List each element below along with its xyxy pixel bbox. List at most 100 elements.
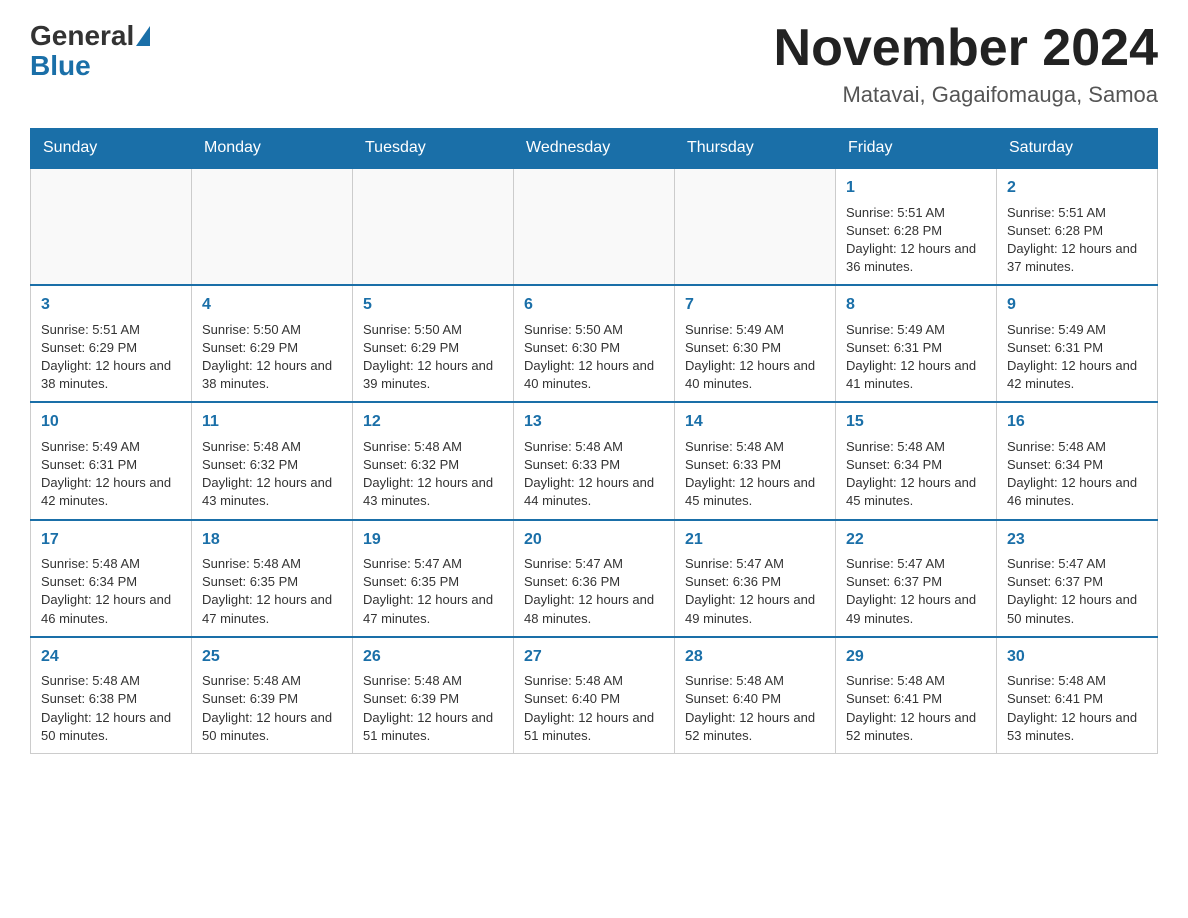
day-number: 11	[202, 411, 342, 433]
day-number: 10	[41, 411, 181, 433]
day-number: 14	[685, 411, 825, 433]
day-cell-w3-d5: 14 Sunrise: 5:48 AM Sunset: 6:33 PM Dayl…	[675, 402, 836, 519]
day-sunrise: Sunrise: 5:50 AM	[363, 322, 462, 337]
day-cell-w5-d4: 27 Sunrise: 5:48 AM Sunset: 6:40 PM Dayl…	[514, 637, 675, 754]
day-sunset: Sunset: 6:39 PM	[202, 691, 298, 706]
day-sunset: Sunset: 6:31 PM	[1007, 340, 1103, 355]
day-cell-w5-d6: 29 Sunrise: 5:48 AM Sunset: 6:41 PM Dayl…	[836, 637, 997, 754]
day-cell-w1-d7: 2 Sunrise: 5:51 AM Sunset: 6:28 PM Dayli…	[997, 168, 1158, 285]
day-number: 16	[1007, 411, 1147, 433]
day-sunset: Sunset: 6:31 PM	[41, 457, 137, 472]
calendar-table: Sunday Monday Tuesday Wednesday Thursday…	[30, 128, 1158, 754]
day-sunrise: Sunrise: 5:48 AM	[202, 673, 301, 688]
day-daylight: Daylight: 12 hours and 44 minutes.	[524, 475, 654, 508]
day-sunrise: Sunrise: 5:51 AM	[846, 205, 945, 220]
week-row-3: 10 Sunrise: 5:49 AM Sunset: 6:31 PM Dayl…	[31, 402, 1158, 519]
day-sunrise: Sunrise: 5:49 AM	[685, 322, 784, 337]
day-sunrise: Sunrise: 5:48 AM	[1007, 439, 1106, 454]
day-sunset: Sunset: 6:32 PM	[363, 457, 459, 472]
col-thursday: Thursday	[675, 129, 836, 169]
day-cell-w4-d2: 18 Sunrise: 5:48 AM Sunset: 6:35 PM Dayl…	[192, 520, 353, 637]
day-cell-w2-d3: 5 Sunrise: 5:50 AM Sunset: 6:29 PM Dayli…	[353, 285, 514, 402]
day-cell-w2-d1: 3 Sunrise: 5:51 AM Sunset: 6:29 PM Dayli…	[31, 285, 192, 402]
day-cell-w4-d6: 22 Sunrise: 5:47 AM Sunset: 6:37 PM Dayl…	[836, 520, 997, 637]
day-daylight: Daylight: 12 hours and 53 minutes.	[1007, 710, 1137, 743]
day-sunrise: Sunrise: 5:48 AM	[685, 673, 784, 688]
day-sunset: Sunset: 6:41 PM	[846, 691, 942, 706]
day-sunrise: Sunrise: 5:47 AM	[1007, 556, 1106, 571]
day-sunrise: Sunrise: 5:50 AM	[202, 322, 301, 337]
day-daylight: Daylight: 12 hours and 42 minutes.	[1007, 358, 1137, 391]
day-sunrise: Sunrise: 5:49 AM	[846, 322, 945, 337]
day-sunset: Sunset: 6:36 PM	[524, 574, 620, 589]
day-sunset: Sunset: 6:34 PM	[1007, 457, 1103, 472]
day-sunset: Sunset: 6:41 PM	[1007, 691, 1103, 706]
day-number: 27	[524, 646, 664, 668]
day-number: 6	[524, 294, 664, 316]
title-section: November 2024 Matavai, Gagaifomauga, Sam…	[774, 20, 1158, 108]
day-daylight: Daylight: 12 hours and 50 minutes.	[1007, 592, 1137, 625]
day-sunset: Sunset: 6:34 PM	[846, 457, 942, 472]
logo: General Blue	[30, 20, 152, 82]
day-number: 2	[1007, 177, 1147, 199]
day-number: 23	[1007, 529, 1147, 551]
location-subtitle: Matavai, Gagaifomauga, Samoa	[774, 82, 1158, 108]
day-sunset: Sunset: 6:38 PM	[41, 691, 137, 706]
day-cell-w4-d3: 19 Sunrise: 5:47 AM Sunset: 6:35 PM Dayl…	[353, 520, 514, 637]
day-sunrise: Sunrise: 5:48 AM	[685, 439, 784, 454]
day-cell-w3-d3: 12 Sunrise: 5:48 AM Sunset: 6:32 PM Dayl…	[353, 402, 514, 519]
day-sunrise: Sunrise: 5:48 AM	[524, 439, 623, 454]
calendar-header-row: Sunday Monday Tuesday Wednesday Thursday…	[31, 129, 1158, 169]
day-sunset: Sunset: 6:37 PM	[1007, 574, 1103, 589]
day-cell-w3-d4: 13 Sunrise: 5:48 AM Sunset: 6:33 PM Dayl…	[514, 402, 675, 519]
day-sunset: Sunset: 6:36 PM	[685, 574, 781, 589]
day-cell-w3-d2: 11 Sunrise: 5:48 AM Sunset: 6:32 PM Dayl…	[192, 402, 353, 519]
day-cell-w2-d5: 7 Sunrise: 5:49 AM Sunset: 6:30 PM Dayli…	[675, 285, 836, 402]
day-daylight: Daylight: 12 hours and 49 minutes.	[685, 592, 815, 625]
day-number: 20	[524, 529, 664, 551]
day-cell-w4-d1: 17 Sunrise: 5:48 AM Sunset: 6:34 PM Dayl…	[31, 520, 192, 637]
day-cell-w5-d7: 30 Sunrise: 5:48 AM Sunset: 6:41 PM Dayl…	[997, 637, 1158, 754]
day-daylight: Daylight: 12 hours and 49 minutes.	[846, 592, 976, 625]
day-cell-w1-d1	[31, 168, 192, 285]
day-cell-w1-d6: 1 Sunrise: 5:51 AM Sunset: 6:28 PM Dayli…	[836, 168, 997, 285]
day-cell-w1-d4	[514, 168, 675, 285]
day-sunset: Sunset: 6:31 PM	[846, 340, 942, 355]
day-sunset: Sunset: 6:33 PM	[685, 457, 781, 472]
day-number: 8	[846, 294, 986, 316]
day-daylight: Daylight: 12 hours and 36 minutes.	[846, 241, 976, 274]
day-daylight: Daylight: 12 hours and 43 minutes.	[202, 475, 332, 508]
day-daylight: Daylight: 12 hours and 51 minutes.	[524, 710, 654, 743]
day-sunset: Sunset: 6:28 PM	[1007, 223, 1103, 238]
day-number: 22	[846, 529, 986, 551]
day-number: 3	[41, 294, 181, 316]
day-sunrise: Sunrise: 5:48 AM	[846, 673, 945, 688]
day-number: 7	[685, 294, 825, 316]
col-wednesday: Wednesday	[514, 129, 675, 169]
day-cell-w2-d2: 4 Sunrise: 5:50 AM Sunset: 6:29 PM Dayli…	[192, 285, 353, 402]
day-number: 30	[1007, 646, 1147, 668]
day-cell-w5-d5: 28 Sunrise: 5:48 AM Sunset: 6:40 PM Dayl…	[675, 637, 836, 754]
day-number: 15	[846, 411, 986, 433]
day-number: 1	[846, 177, 986, 199]
day-sunrise: Sunrise: 5:47 AM	[524, 556, 623, 571]
day-daylight: Daylight: 12 hours and 39 minutes.	[363, 358, 493, 391]
day-sunset: Sunset: 6:33 PM	[524, 457, 620, 472]
day-sunset: Sunset: 6:35 PM	[202, 574, 298, 589]
day-daylight: Daylight: 12 hours and 46 minutes.	[1007, 475, 1137, 508]
day-cell-w5-d3: 26 Sunrise: 5:48 AM Sunset: 6:39 PM Dayl…	[353, 637, 514, 754]
day-cell-w4-d4: 20 Sunrise: 5:47 AM Sunset: 6:36 PM Dayl…	[514, 520, 675, 637]
day-daylight: Daylight: 12 hours and 50 minutes.	[202, 710, 332, 743]
day-number: 29	[846, 646, 986, 668]
day-number: 4	[202, 294, 342, 316]
day-number: 18	[202, 529, 342, 551]
day-sunset: Sunset: 6:34 PM	[41, 574, 137, 589]
day-cell-w1-d2	[192, 168, 353, 285]
col-tuesday: Tuesday	[353, 129, 514, 169]
day-daylight: Daylight: 12 hours and 43 minutes.	[363, 475, 493, 508]
day-daylight: Daylight: 12 hours and 45 minutes.	[846, 475, 976, 508]
day-sunrise: Sunrise: 5:49 AM	[1007, 322, 1106, 337]
col-friday: Friday	[836, 129, 997, 169]
day-number: 17	[41, 529, 181, 551]
day-sunrise: Sunrise: 5:47 AM	[685, 556, 784, 571]
